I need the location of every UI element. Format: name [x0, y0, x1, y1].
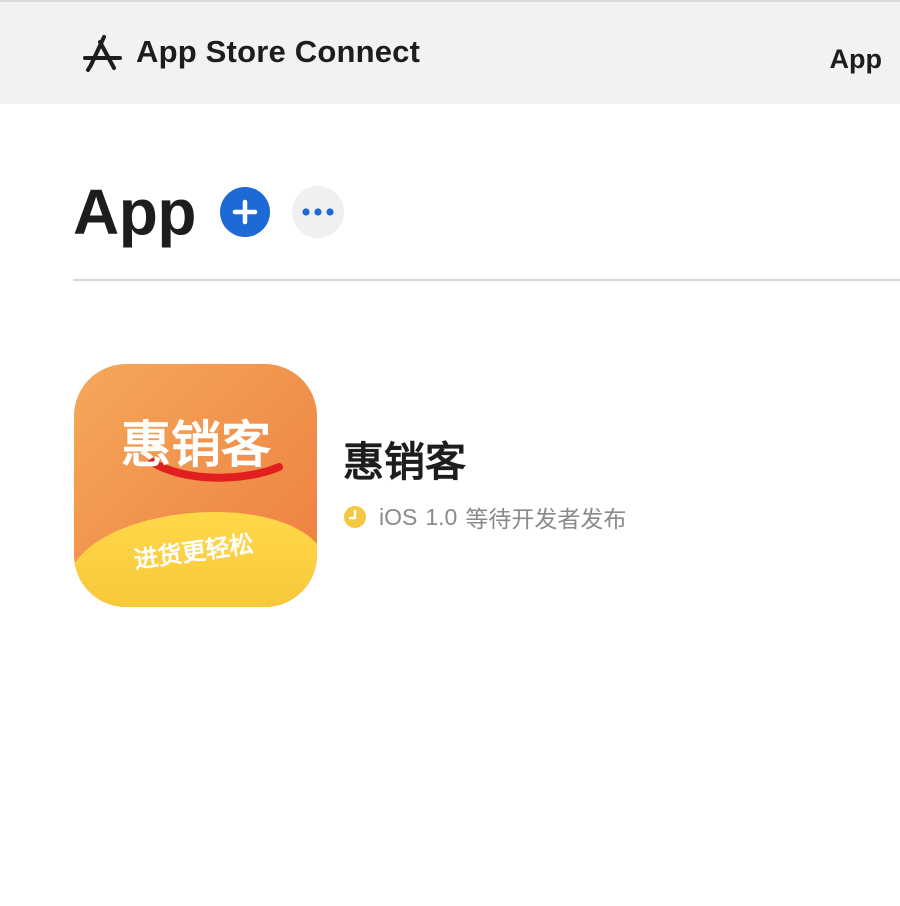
clock-icon	[344, 506, 366, 528]
ellipsis-icon	[302, 208, 334, 216]
app-info: 惠销客 iOS 1.0 等待开发者发布	[343, 436, 626, 534]
app-name[interactable]: 惠销客	[343, 436, 626, 488]
app-card[interactable]: 惠销客 进货更轻松 惠销客 iOS 1.0 等待开发者发布	[74, 364, 626, 607]
header-divider	[73, 279, 900, 281]
app-icon-title: 惠销客	[121, 416, 271, 474]
add-app-button[interactable]	[219, 187, 270, 237]
app-status: iOS 1.0 等待开发者发布	[343, 500, 626, 534]
status-text: 等待开发者发布	[465, 506, 627, 532]
app-icon[interactable]: 惠销客 进货更轻松	[74, 364, 317, 607]
brand-name: App Store Connect	[136, 34, 421, 69]
brand-link[interactable]: App Store Connect	[82, 32, 420, 72]
app-store-icon	[83, 35, 122, 72]
status-version: 1.0	[425, 503, 458, 530]
nav-apps-link[interactable]: App	[830, 44, 882, 75]
more-options-button[interactable]	[291, 186, 344, 238]
plus-icon	[232, 199, 258, 225]
top-bar: App Store Connect App	[0, 0, 900, 104]
page-title: App	[73, 176, 196, 248]
status-platform: iOS	[379, 503, 418, 530]
page-header: App	[73, 170, 344, 254]
